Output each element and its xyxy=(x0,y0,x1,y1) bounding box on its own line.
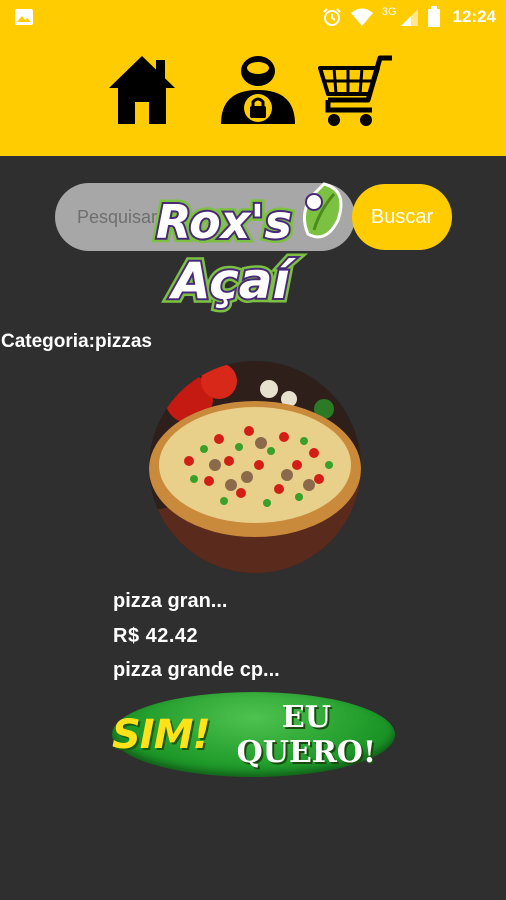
status-bar: 3G 12:24 xyxy=(0,0,506,34)
logo-line1: Rox's xyxy=(156,195,292,249)
buy-button-quero-label: EU QUERO! xyxy=(236,699,377,770)
logo-line2: Açaí xyxy=(168,252,297,310)
product-price: R$ 42.42 xyxy=(113,625,199,647)
cart-icon[interactable] xyxy=(318,54,394,128)
buy-button-sim-label: SIM! xyxy=(112,711,211,758)
network-type: 3G xyxy=(381,6,397,18)
wifi-icon xyxy=(350,8,373,26)
top-toolbar xyxy=(0,34,506,156)
signal-icon xyxy=(400,9,418,26)
alarm-icon xyxy=(323,8,341,26)
gallery-icon xyxy=(15,9,33,25)
product-description: pizza grande cp... xyxy=(113,659,280,681)
search-button[interactable]: Buscar xyxy=(352,184,452,250)
category-label: Categoria:pizzas xyxy=(1,331,152,352)
pizza-image xyxy=(149,361,361,573)
user-lock-icon[interactable] xyxy=(219,54,297,126)
home-icon[interactable] xyxy=(107,54,177,126)
status-icons: 3G 12:24 xyxy=(322,6,496,28)
buy-button[interactable]: SIM! EU QUERO! xyxy=(112,692,395,777)
roxs-acai-logo: Rox's Rox's Açaí Açaí xyxy=(152,182,343,315)
product-name: pizza gran... xyxy=(113,590,228,612)
clock: 12:24 xyxy=(452,7,496,26)
product-image[interactable] xyxy=(149,361,361,573)
battery-icon xyxy=(427,6,440,27)
